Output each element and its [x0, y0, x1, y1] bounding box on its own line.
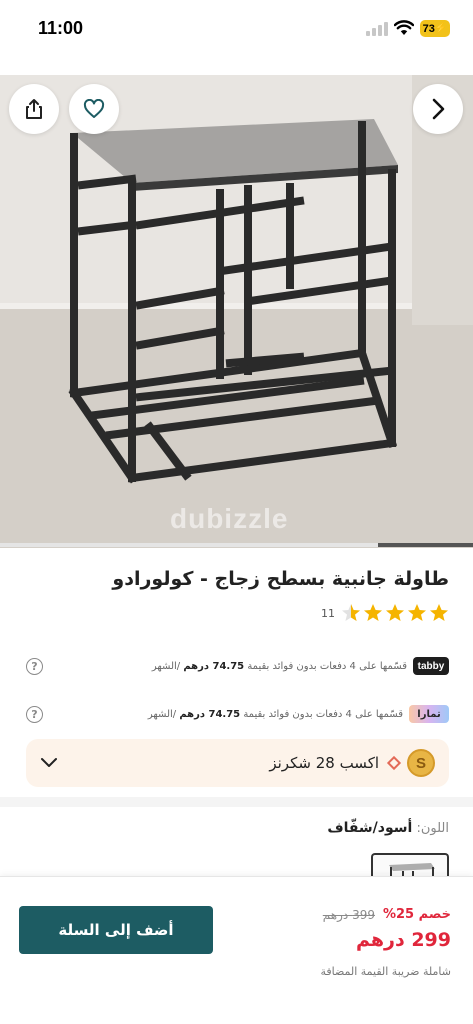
old-price: 399 درهم [322, 907, 375, 922]
add-to-cart-button[interactable]: أضف إلى السلة [19, 906, 213, 954]
battery-indicator: 73 ⚡ [420, 20, 450, 37]
color-value: أسود/شفّاف [327, 820, 413, 836]
star-icon [408, 604, 426, 621]
chevron-right-icon [432, 98, 445, 120]
watermark: dubizzle [170, 503, 289, 534]
product-title: طاولة جانبية بسطح زجاج - كولورادو [112, 568, 449, 590]
tamara-installment-row[interactable]: ? قسّمها على 4 دفعات بدون فوائد بقيمة 74… [26, 703, 449, 725]
tamara-logo: تمارا [409, 705, 449, 723]
star-icon [430, 604, 448, 621]
product-image-gallery[interactable]: dubizzle [0, 75, 473, 548]
section-divider [0, 797, 473, 807]
product-photo [0, 75, 473, 548]
diamond-icon [386, 755, 402, 771]
battery-level: 73 [422, 22, 435, 35]
color-label: اللون: أسود/شفّاف [327, 820, 449, 836]
rating[interactable]: 11 [321, 602, 449, 624]
current-price: 299 درهم [355, 929, 451, 951]
tabby-installment-text: قسّمها على 4 دفعات بدون فوائد بقيمة 74.7… [151, 660, 407, 672]
shukran-rewards-banner[interactable]: اكسب 28 شكرنز S [26, 739, 449, 787]
wifi-icon [394, 20, 414, 35]
vat-note: شاملة ضريبة القيمة المضافة [320, 965, 451, 978]
star-icon [364, 604, 382, 621]
star-icon [386, 604, 404, 621]
discount-badge: خصم 25% [382, 907, 451, 922]
price-discount-row: خصم 25% 399 درهم [323, 907, 451, 922]
signal-icon [366, 22, 388, 36]
tabby-logo: tabby [413, 657, 449, 675]
half-star-icon [342, 604, 360, 621]
favorite-button[interactable] [69, 84, 119, 134]
heart-icon [83, 99, 105, 118]
chevron-down-icon[interactable] [40, 757, 58, 769]
add-to-cart-bar: أضف إلى السلة خصم 25% 399 درهم 299 درهم … [0, 876, 473, 1024]
gallery-progress-fill [378, 543, 473, 547]
gallery-progress [0, 543, 473, 547]
tamara-installment-text: قسّمها على 4 دفعات بدون فوائد بقيمة 74.7… [147, 708, 403, 720]
shukran-coin-icon: S [407, 749, 435, 777]
info-icon[interactable]: ? [26, 705, 43, 723]
share-icon [26, 99, 42, 119]
tabby-installment-row[interactable]: ? قسّمها على 4 دفعات بدون فوائد بقيمة 74… [26, 655, 449, 677]
info-icon[interactable]: ? [26, 657, 43, 675]
rating-count: 11 [321, 606, 335, 620]
status-bar: 11:00 73 ⚡ [0, 0, 473, 62]
next-image-button[interactable] [413, 84, 463, 134]
share-button[interactable] [9, 84, 59, 134]
status-time: 11:00 [38, 18, 84, 38]
shukran-text: اكسب 28 شكرنز [269, 754, 379, 772]
